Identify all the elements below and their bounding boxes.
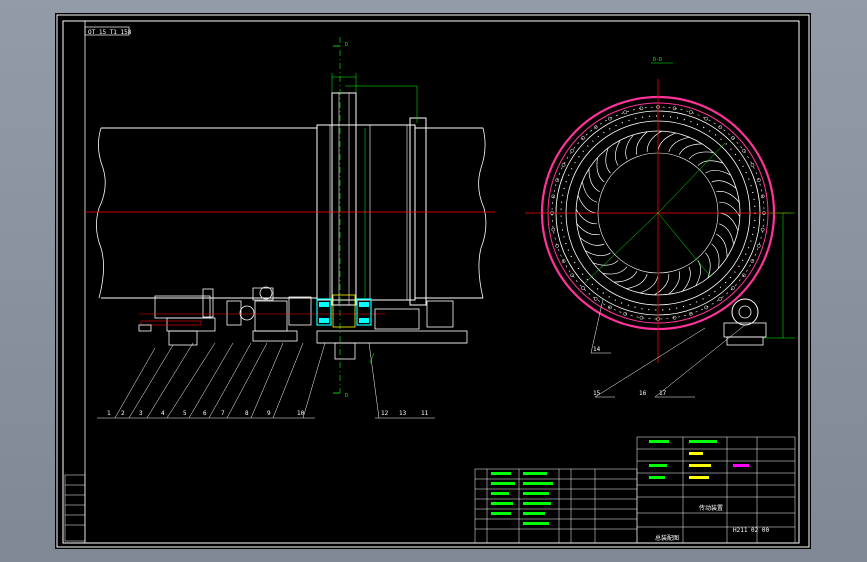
balloon-5: 5 (183, 410, 187, 417)
lifter-blade (585, 250, 611, 256)
base-frame (316, 300, 468, 360)
ring-bolt-hole (608, 116, 612, 121)
ring-bolt-hole (581, 286, 585, 290)
lifter-blade (688, 151, 714, 160)
lifter-blade (654, 274, 670, 296)
balloon-9: 9 (267, 410, 271, 417)
lifter-blade (615, 140, 621, 166)
title-block (636, 436, 796, 544)
balloon-12: 12 (381, 410, 389, 417)
lifter-blade (682, 266, 691, 292)
balloon-17: 17 (659, 390, 667, 397)
ring-bolt-hole (704, 305, 708, 310)
lifter-blade (697, 160, 724, 166)
balloon-16: 16 (639, 390, 647, 397)
ring-bolt-hole (688, 110, 693, 115)
lifter-blade (639, 274, 659, 294)
balloon-2: 2 (121, 410, 125, 417)
ring-bolt-hole (593, 296, 598, 301)
ring-bolt-hole (760, 227, 765, 232)
ring-bolt-hole (570, 273, 575, 278)
lifter-blade (626, 273, 648, 290)
balloon-4: 4 (161, 410, 165, 417)
ring-bolt-hole (623, 110, 628, 115)
lifter-blade (636, 131, 648, 155)
radius-dimensions (584, 142, 795, 339)
drive-train (138, 286, 385, 346)
dimension-lines-elevation (331, 73, 418, 364)
lifter-blade (668, 271, 680, 295)
outer-frame (56, 14, 810, 548)
parts-list-fills (491, 472, 553, 525)
lifter-blade (695, 260, 701, 286)
balloon-8: 8 (245, 410, 249, 417)
ring-bolt-hole (756, 243, 761, 248)
title-block-subtitle: 总装配图 (655, 534, 679, 542)
leader-lines-left (97, 342, 435, 419)
balloon-labels-left: 1 2 3 4 5 6 7 8 9 10 12 13 11 (107, 410, 429, 417)
balloon-7: 7 (221, 410, 225, 417)
lifter-blade (592, 260, 619, 266)
pinion-section (723, 298, 767, 346)
lifter-blade (579, 237, 605, 246)
lifter-blade (625, 134, 634, 160)
section-mark-top: D (345, 42, 348, 48)
lifter-blade (577, 194, 597, 214)
balloon-1: 1 (107, 410, 111, 417)
lifter-blade (646, 130, 662, 152)
margin-stamp-block (64, 474, 86, 542)
balloon-14: 14 (593, 346, 601, 353)
lifter-blade (575, 209, 597, 225)
stamp-text: OT 15 T1 158 (88, 29, 132, 36)
ring-bolt-hole (731, 286, 735, 290)
balloon-11: 11 (421, 410, 429, 417)
balloon-labels-right: 14 15 16 17 (593, 346, 667, 397)
lifter-blade (716, 191, 740, 203)
lifter-blade (576, 223, 600, 235)
lifter-blade (711, 243, 720, 269)
ring-bolt-hole (570, 148, 575, 153)
balloon-15: 15 (593, 390, 601, 397)
balloon-13: 13 (399, 410, 407, 417)
lifter-blade (581, 181, 598, 203)
lifter-blade (719, 201, 741, 217)
ring-bolt-hole (741, 148, 746, 153)
ring-bolt-hole (718, 296, 723, 301)
lifter-blade (719, 212, 739, 232)
parts-list-table (474, 468, 638, 544)
drawing-sheet: OT 15 T1 158 D D 1 2 3 4 5 6 7 8 9 10 12… (55, 13, 811, 549)
balloon-3: 3 (139, 410, 143, 417)
ring-bolt-hole (756, 178, 761, 183)
balloon-6: 6 (203, 410, 207, 417)
ring-bolt-hole (561, 163, 566, 167)
section-view-label: D-D (653, 57, 662, 63)
lifter-blade (711, 180, 737, 189)
cad-viewport[interactable]: OT 15 T1 158 D D 1 2 3 4 5 6 7 8 9 10 12… (0, 0, 867, 562)
lifter-blade (718, 223, 735, 245)
section-mark-bottom: D (345, 393, 348, 399)
lifter-blade (596, 157, 605, 183)
ring-bolt-hole (750, 163, 755, 167)
lifter-blade (657, 132, 677, 152)
lifter-blade (602, 266, 628, 275)
balloon-10: 10 (297, 410, 305, 417)
kiln-shell-elevation (96, 92, 487, 306)
title-block-drawing-number: H211 02 00 (733, 527, 770, 534)
ring-bolt-hole (555, 243, 560, 248)
ring-bolt-hole (551, 227, 556, 232)
ring-bolt-hole (704, 116, 708, 121)
lifter-blade (668, 136, 690, 153)
drawing-canvas: OT 15 T1 158 D D 1 2 3 4 5 6 7 8 9 10 12… (56, 14, 810, 548)
lifter-blade (705, 170, 731, 176)
title-block-name: 传动装置 (699, 504, 723, 512)
lifter-blade (705, 252, 711, 279)
lifter-blade (605, 147, 611, 174)
